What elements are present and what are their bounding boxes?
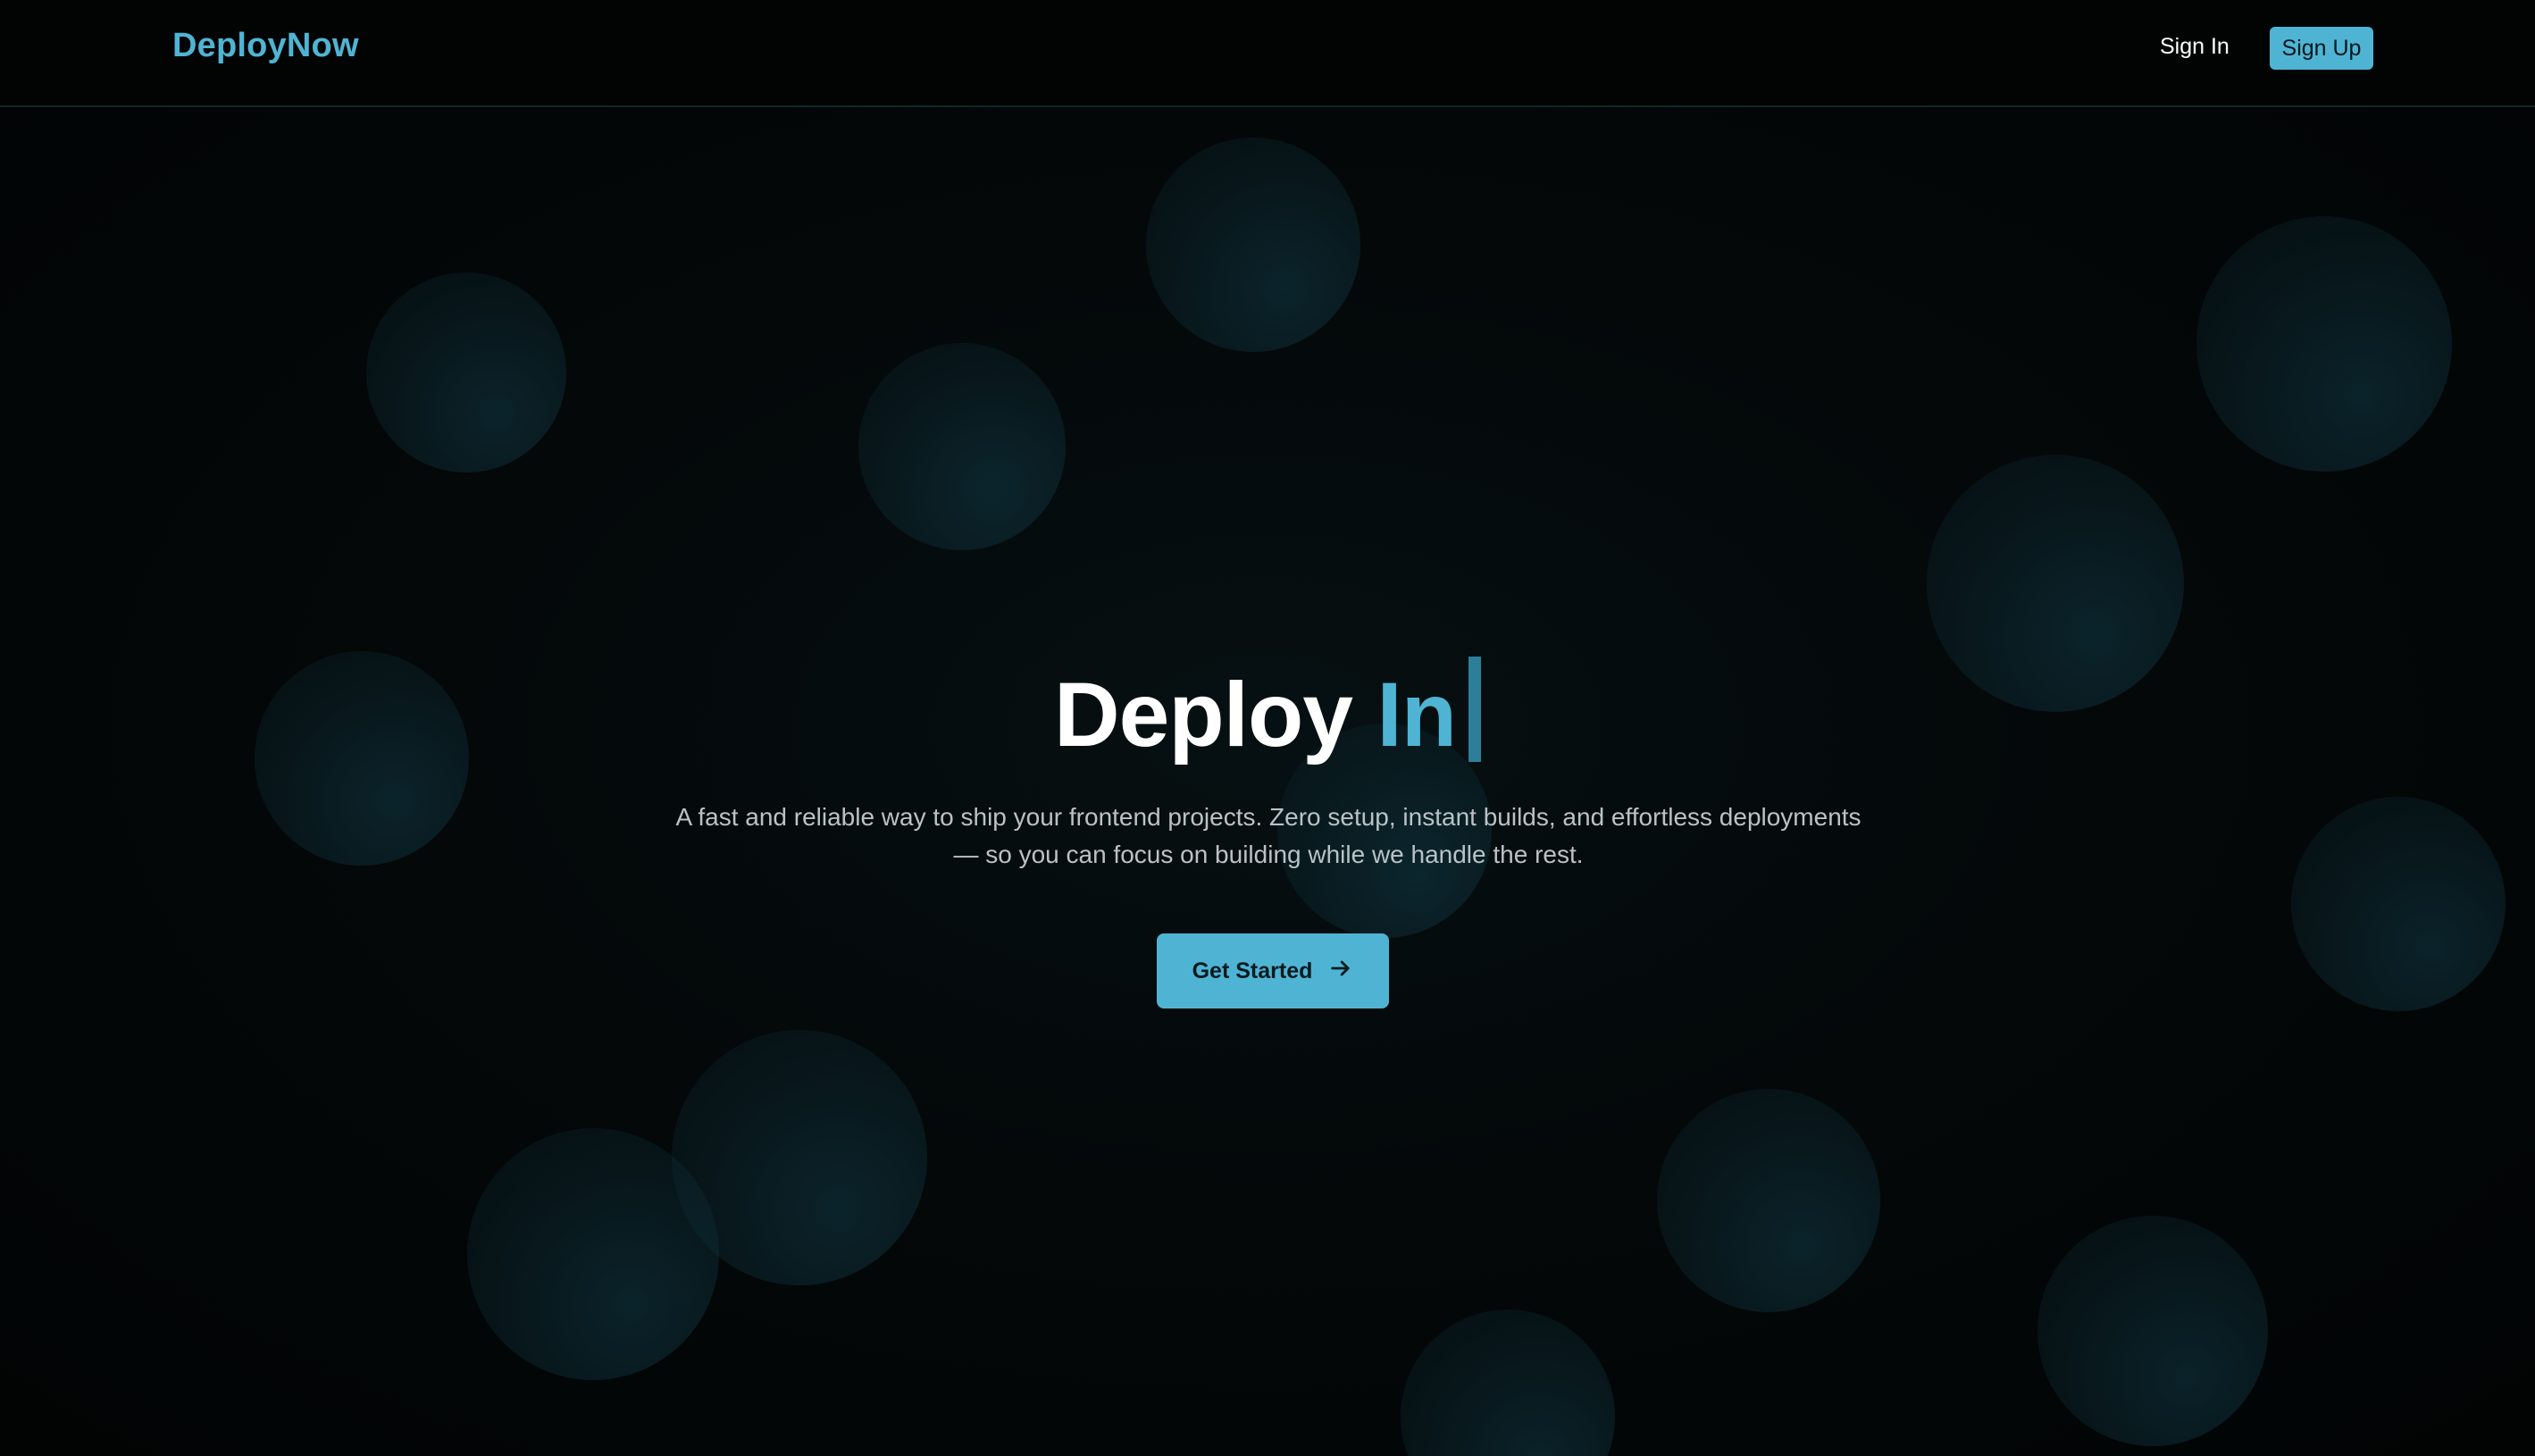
hero-title-accent: In — [1376, 664, 1457, 766]
sign-in-button[interactable]: Sign In — [2153, 30, 2237, 63]
sign-up-button[interactable]: Sign Up — [2270, 27, 2373, 70]
landing-page: DeployNow Sign In Sign Up Deploy In A fa… — [0, 0, 2535, 1456]
background-bubble — [2196, 216, 2452, 472]
get-started-button[interactable]: Get Started — [1157, 933, 1389, 1008]
arrow-right-icon — [1328, 956, 1353, 987]
hero-subtitle: A fast and reliable way to ship your fro… — [643, 799, 1894, 874]
background-bubble — [858, 343, 1066, 550]
hero-title-main: Deploy — [1053, 664, 1353, 766]
get-started-label: Get Started — [1192, 958, 1313, 983]
background-bubble — [1146, 138, 1360, 352]
background-bubble — [2291, 797, 2506, 1011]
background-bubble — [2037, 1216, 2268, 1446]
background-bubble — [1657, 1089, 1880, 1312]
background-bubble — [1401, 1310, 1615, 1456]
typing-caret — [1468, 657, 1482, 762]
hero-title: Deploy In — [0, 657, 2535, 767]
background-bubble — [467, 1128, 719, 1380]
hero-subtitle-line-2: — so you can focus on building while we … — [953, 841, 1584, 868]
navbar: DeployNow Sign In Sign Up — [0, 0, 2535, 107]
hero-subtitle-line-1: A fast and reliable way to ship your fro… — [675, 803, 1862, 831]
brand-logo[interactable]: DeployNow — [172, 27, 359, 65]
background-bubble — [366, 272, 566, 473]
